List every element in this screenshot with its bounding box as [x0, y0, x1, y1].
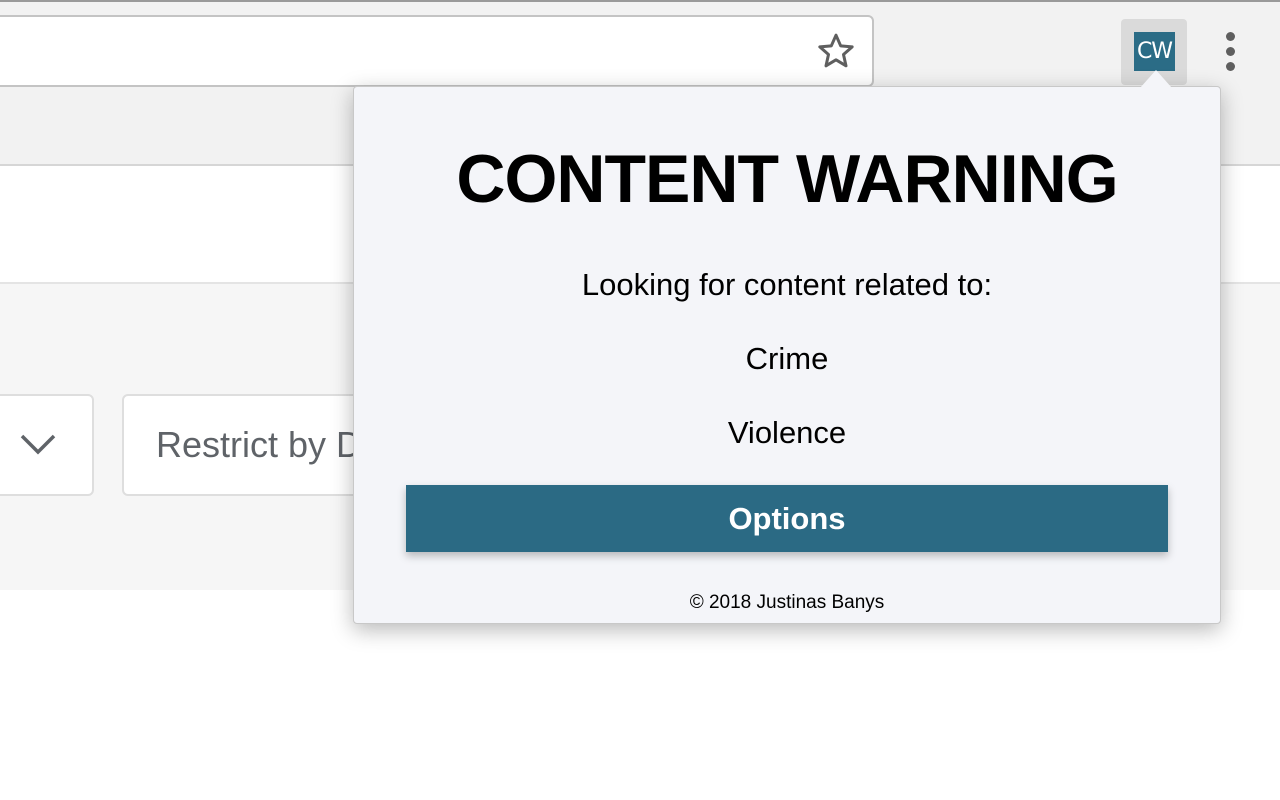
popup-arrow [1140, 70, 1172, 88]
menu-icon[interactable] [1219, 30, 1243, 74]
topic-item: Violence [727, 415, 847, 450]
popup-subtitle: Looking for content related to: [581, 267, 993, 302]
extension-badge: CW [1134, 32, 1175, 71]
chevron-down-icon [20, 434, 56, 455]
topic-item: Crime [745, 341, 829, 376]
star-icon[interactable] [816, 31, 856, 71]
options-button[interactable]: Options [406, 485, 1168, 552]
popup-title: CONTENT WARNING [456, 141, 1118, 217]
content-warning-popup: CONTENT WARNING Looking for content rela… [353, 86, 1221, 624]
restrict-label: Restrict by D [156, 424, 363, 465]
address-bar[interactable] [0, 15, 874, 87]
copyright-footer: © 2018 Justinas Banys [689, 592, 885, 613]
browser-toolbar: CW [0, 0, 1280, 90]
dropdown-select[interactable] [0, 394, 94, 496]
